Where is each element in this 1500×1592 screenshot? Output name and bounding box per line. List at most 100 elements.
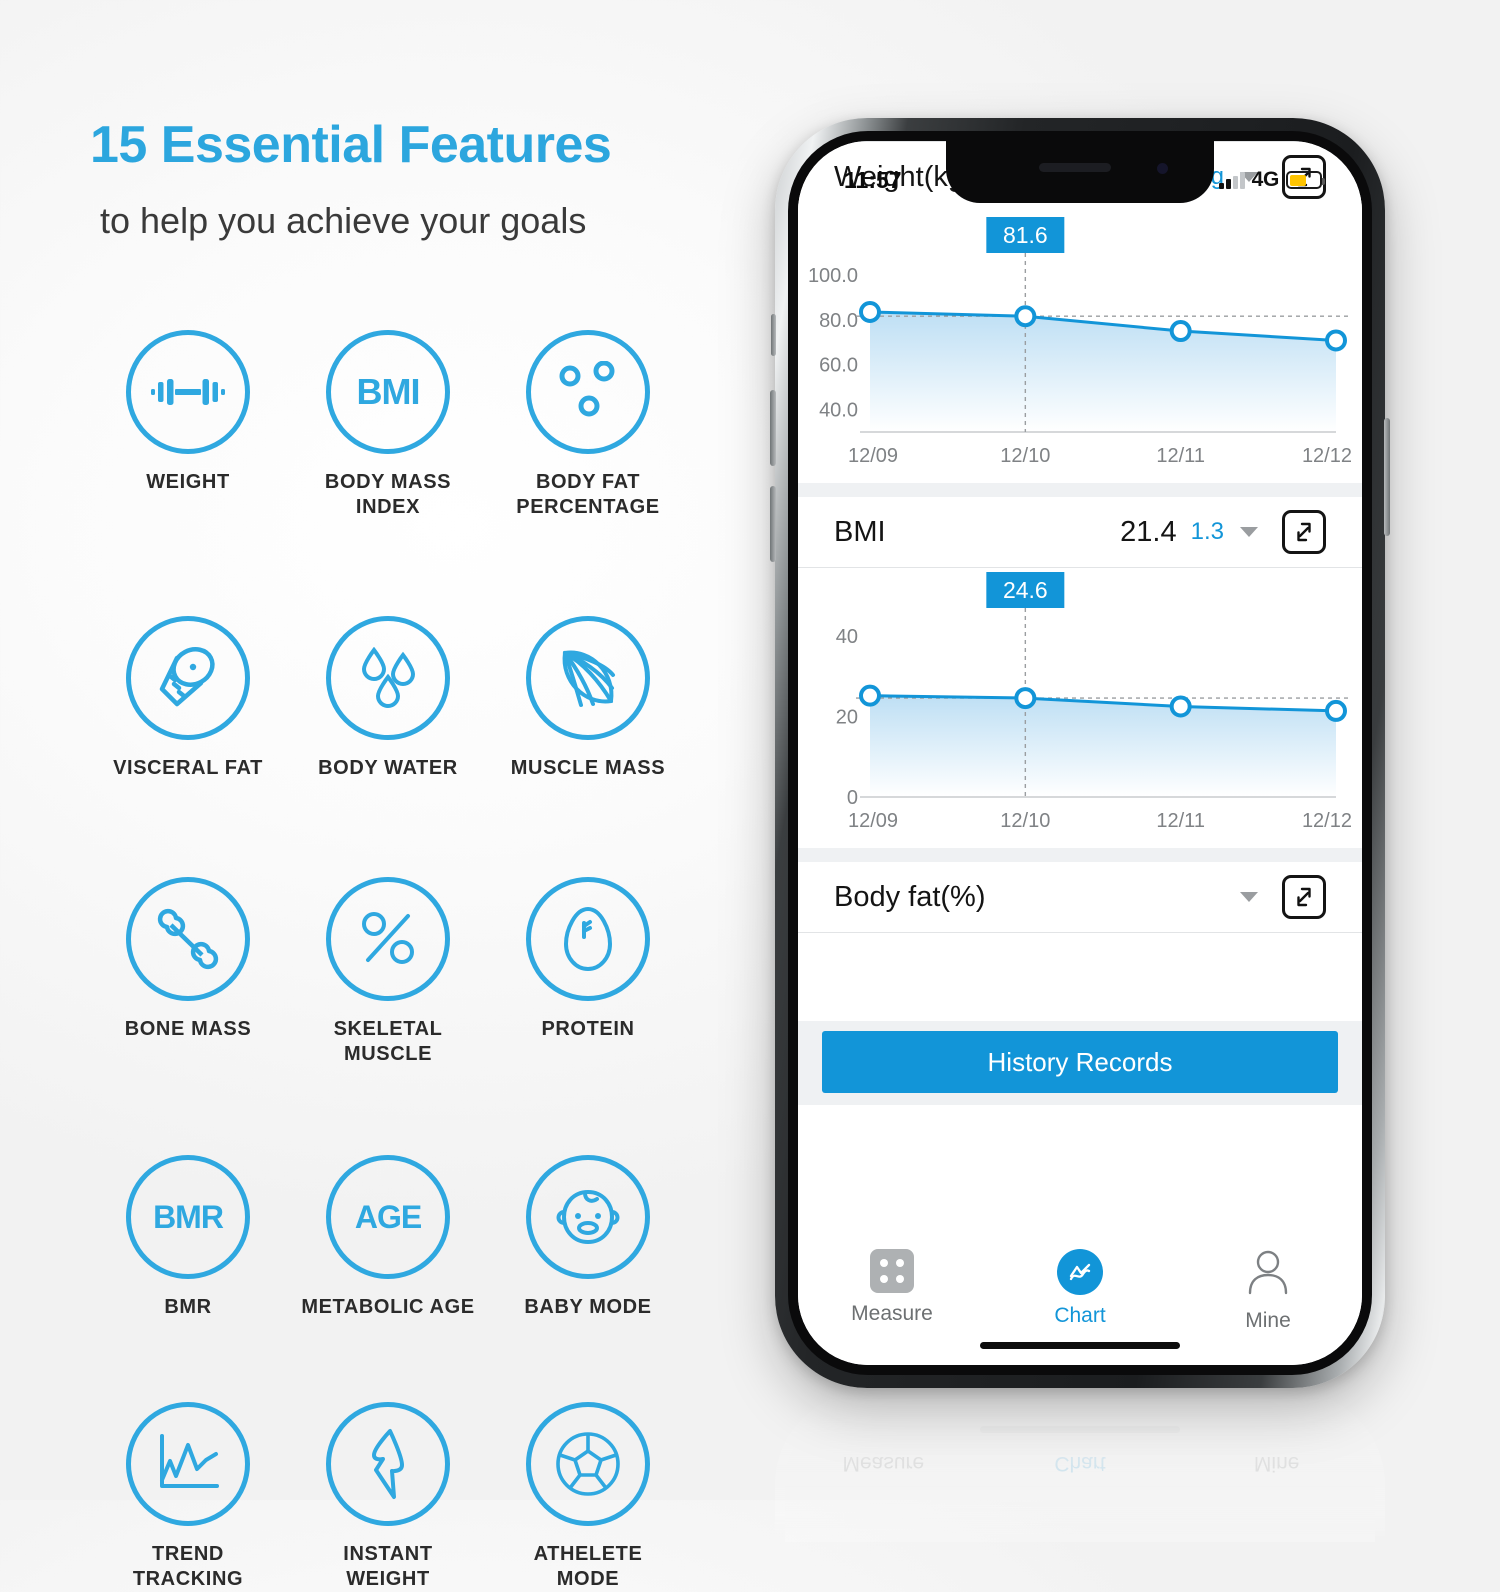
feature-item: MUSCLE MASS	[488, 616, 688, 781]
feature-item: TREND TRACKING	[88, 1402, 288, 1592]
tape-measure-icon	[153, 643, 223, 713]
feature-item: BABY MODE	[488, 1155, 688, 1320]
silent-switch[interactable]	[771, 314, 776, 356]
data-point[interactable]	[859, 300, 881, 323]
feature-label: MUSCLE MASS	[510, 757, 666, 779]
scale-dots-icon	[870, 1249, 914, 1293]
chevron-down-icon[interactable]	[1240, 892, 1258, 902]
y-tick-label: 40.0	[819, 400, 858, 422]
data-point[interactable]	[1169, 320, 1192, 343]
feature-icon-circle: BMI	[326, 330, 450, 454]
chart-bmi[interactable]: 40 20 0 24.6 12/09 12/10 12/11 12/12	[798, 568, 1362, 848]
expand-icon[interactable]	[1282, 510, 1326, 554]
feature-item: BMI BODY MASS INDEX	[288, 330, 488, 520]
feature-label: SKELETAL MUSCLE	[333, 1018, 443, 1065]
feature-label: BODY MASS INDEX	[324, 471, 452, 518]
data-point[interactable]	[859, 684, 881, 707]
feature-label: INSTANT WEIGHT	[343, 1543, 433, 1590]
volume-up-button[interactable]	[770, 390, 776, 466]
card-values	[1238, 875, 1326, 919]
percent-icon	[359, 910, 417, 968]
x-tick-label: 12/12	[1302, 810, 1352, 832]
expand-icon[interactable]	[1282, 875, 1326, 919]
phone-bezel: 11:57 4G Re...ntly Week Month Year	[788, 131, 1372, 1375]
features-row: TREND TRACKING INSTANT WEIGHT ATHELETE M…	[88, 1402, 688, 1592]
feature-icon-circle	[326, 616, 450, 740]
feature-item: ATHELETE MODE	[488, 1402, 688, 1592]
soccer-ball-icon	[555, 1431, 621, 1497]
x-tick-label: 12/10	[1000, 810, 1050, 832]
tabbar-item-mine[interactable]: Mine	[1174, 1249, 1362, 1333]
phone-reflection: Measure Chart Mine	[775, 1392, 1385, 1542]
person-icon	[1246, 1249, 1290, 1300]
feature-item: SKELETAL MUSCLE	[288, 877, 488, 1067]
tabbar-item-chart[interactable]: Chart	[986, 1249, 1174, 1328]
data-point[interactable]	[1325, 329, 1347, 352]
volume-down-button[interactable]	[770, 486, 776, 562]
feature-icon-circle	[526, 330, 650, 454]
features-panel: 15 Essential Features to help you achiev…	[0, 0, 760, 1590]
feature-label: PROTEIN	[541, 1018, 635, 1040]
battery-icon	[1286, 171, 1325, 189]
feature-item: WEIGHT	[88, 330, 288, 520]
chart-weight[interactable]: 100.0 80.0 60.0 40.0 81.6 12/09 12/10 12/11 12/1…	[798, 213, 1362, 483]
data-point[interactable]	[1325, 699, 1347, 722]
y-tick-label: 20	[836, 707, 858, 729]
line-chart-icon	[155, 1433, 221, 1495]
feature-item: INSTANT WEIGHT	[288, 1402, 488, 1592]
feature-icon-circle	[526, 616, 650, 740]
features-row: BONE MASS SKELETAL MUSCLE PROTEIN	[88, 877, 688, 1067]
page-subtitle: to help you achieve your goals	[100, 200, 587, 241]
feature-label: BONE MASS	[124, 1018, 252, 1040]
data-point[interactable]	[1014, 305, 1037, 328]
poster-canvas: 15 Essential Features to help you achiev…	[0, 0, 1500, 1590]
feature-icon-circle	[126, 616, 250, 740]
home-indicator[interactable]	[980, 1342, 1180, 1349]
chevron-down-icon[interactable]	[1240, 527, 1258, 537]
tabbar-label: Chart	[1054, 1304, 1106, 1327]
status-clock: 11:57	[844, 166, 902, 193]
bmi-text-icon: BMI	[356, 371, 421, 412]
feature-item: BMR BMR	[88, 1155, 288, 1320]
tabbar-label: Mine	[1245, 1309, 1291, 1332]
area-fill	[870, 311, 1336, 432]
card-header: Body fat(%)	[798, 862, 1362, 932]
feature-item: BODY FAT PERCENTAGE	[488, 330, 688, 520]
history-records-button[interactable]: History Records	[822, 1031, 1338, 1093]
phone-device: 11:57 4G Re...ntly Week Month Year	[770, 118, 1390, 1388]
card-value: 21.4	[1120, 515, 1177, 548]
signal-icon	[1219, 171, 1245, 189]
baby-face-icon	[555, 1186, 621, 1248]
notch	[946, 141, 1214, 203]
feature-icon-circle: AGE	[326, 1155, 450, 1279]
network-label: 4G	[1251, 168, 1280, 191]
tooltip-label: 24.6	[1003, 577, 1048, 603]
feature-item: VISCERAL FAT	[88, 616, 288, 781]
area-fill	[870, 695, 1336, 797]
tooltip-label: 81.6	[1003, 222, 1048, 248]
y-tick-label: 60.0	[819, 355, 858, 377]
water-drops-icon	[357, 647, 419, 709]
feature-label: METABOLIC AGE	[301, 1296, 475, 1318]
history-button-wrap: History Records	[798, 1021, 1362, 1105]
feature-label: BMR	[164, 1296, 212, 1318]
feature-item: BONE MASS	[88, 877, 288, 1067]
reflection-label: Measure	[842, 1452, 925, 1475]
feature-label: VISCERAL FAT	[113, 757, 263, 779]
tabbar-item-measure[interactable]: Measure	[798, 1249, 986, 1326]
data-point[interactable]	[1169, 695, 1192, 718]
data-point[interactable]	[1014, 687, 1037, 710]
x-tick-label: 12/09	[848, 445, 898, 467]
egg-icon	[562, 906, 614, 972]
reflection-label: Mine	[1253, 1452, 1300, 1475]
card-values: 21.4 1.3	[1120, 510, 1326, 554]
card-header: BMI 21.4 1.3	[798, 497, 1362, 567]
section-gap	[798, 848, 1362, 862]
feature-item: AGE METABOLIC AGE	[288, 1155, 488, 1320]
y-tick-label: 100.0	[808, 265, 858, 287]
metric-card-bodyfat: Body fat(%)	[798, 862, 1362, 1021]
power-button[interactable]	[1384, 418, 1390, 536]
feature-label: BABY MODE	[524, 1296, 652, 1318]
lightning-bolt-icon	[366, 1428, 410, 1500]
y-tick-label: 80.0	[819, 310, 858, 332]
